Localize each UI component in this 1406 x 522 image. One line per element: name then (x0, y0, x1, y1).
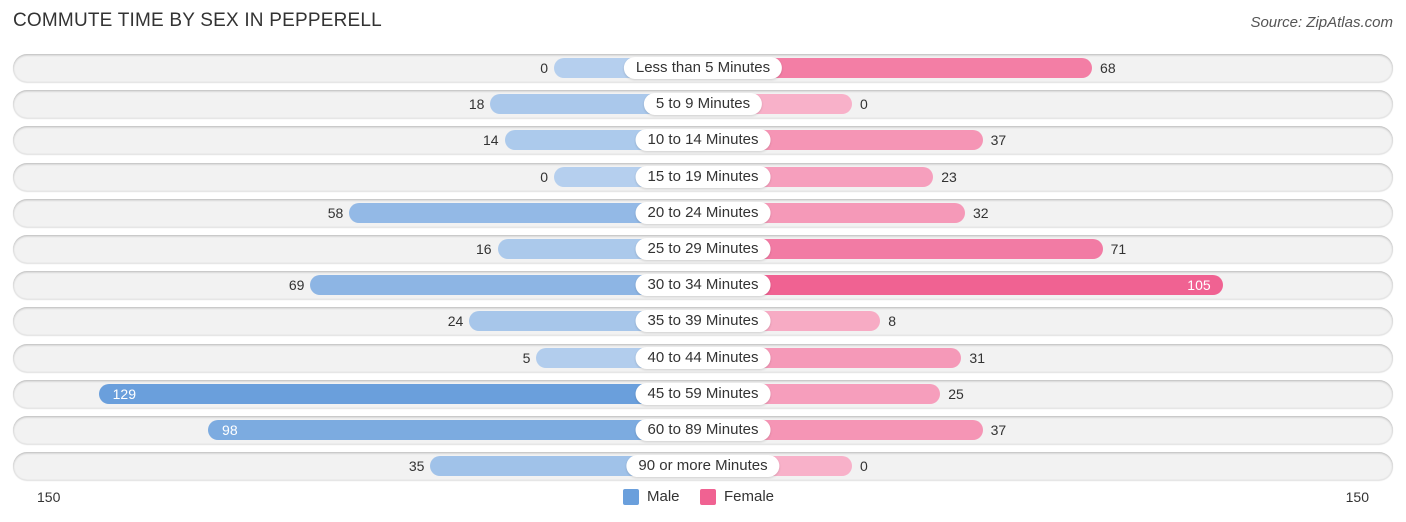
value-label-male: 18 (468, 96, 485, 113)
value-label-male: 35 (408, 458, 425, 475)
category-label: 15 to 19 Minutes (635, 165, 771, 188)
bar-male[interactable] (208, 420, 703, 440)
legend-female: Female (700, 488, 774, 505)
value-label-female: 37 (990, 132, 1007, 149)
value-label-male: 58 (327, 204, 344, 221)
legend-male: Male (623, 488, 680, 505)
value-label-female: 68 (1100, 60, 1116, 76)
value-label-male: 14 (483, 132, 499, 149)
value-label-male: 98 (222, 422, 238, 438)
category-label: 30 to 34 Minutes (635, 274, 771, 297)
legend-label-male: Male (647, 488, 680, 505)
value-label-female: 105 (1187, 277, 1211, 294)
bar-male[interactable] (98, 383, 703, 404)
value-label-female: 37 (990, 422, 1007, 438)
value-label-female: 0 (860, 96, 868, 113)
chart-title: COMMUTE TIME BY SEX IN PEPPERELL (13, 10, 382, 31)
axis-label-right: 150 (1345, 489, 1369, 505)
category-label: 5 to 9 Minutes (643, 93, 763, 116)
value-label-female: 32 (972, 204, 989, 221)
value-label-male: 0 (540, 168, 548, 185)
value-label-male: 0 (540, 60, 548, 76)
category-label: 35 to 39 Minutes (635, 310, 771, 333)
value-label-male: 24 (447, 313, 464, 330)
value-label-female: 25 (948, 385, 964, 402)
value-label-female: 71 (1110, 241, 1127, 257)
value-label-male: 5 (522, 349, 531, 366)
value-label-female: 31 (969, 349, 985, 366)
legend-swatch-female (700, 488, 716, 505)
value-label-male: 16 (475, 241, 492, 257)
category-label: 90 or more Minutes (626, 455, 780, 478)
bar-female[interactable] (703, 275, 1223, 296)
axis-label-left: 150 (37, 489, 61, 505)
value-label-female: 0 (860, 458, 868, 475)
category-label: 45 to 59 Minutes (635, 382, 771, 405)
source-note: Source: ZipAtlas.com (1250, 14, 1393, 31)
value-label-female: 8 (888, 313, 897, 330)
category-label: 20 to 24 Minutes (635, 201, 771, 224)
category-label: 10 to 14 Minutes (635, 129, 771, 152)
category-label: 40 to 44 Minutes (635, 346, 771, 369)
legend-label-female: Female (724, 488, 775, 505)
category-label: 60 to 89 Minutes (635, 419, 771, 441)
category-label: 25 to 29 Minutes (635, 238, 771, 260)
value-label-female: 23 (941, 168, 957, 185)
value-label-male: 69 (288, 277, 305, 294)
value-label-male: 129 (112, 385, 136, 402)
category-label: Less than 5 Minutes (623, 57, 783, 79)
legend-swatch-male (623, 488, 639, 505)
